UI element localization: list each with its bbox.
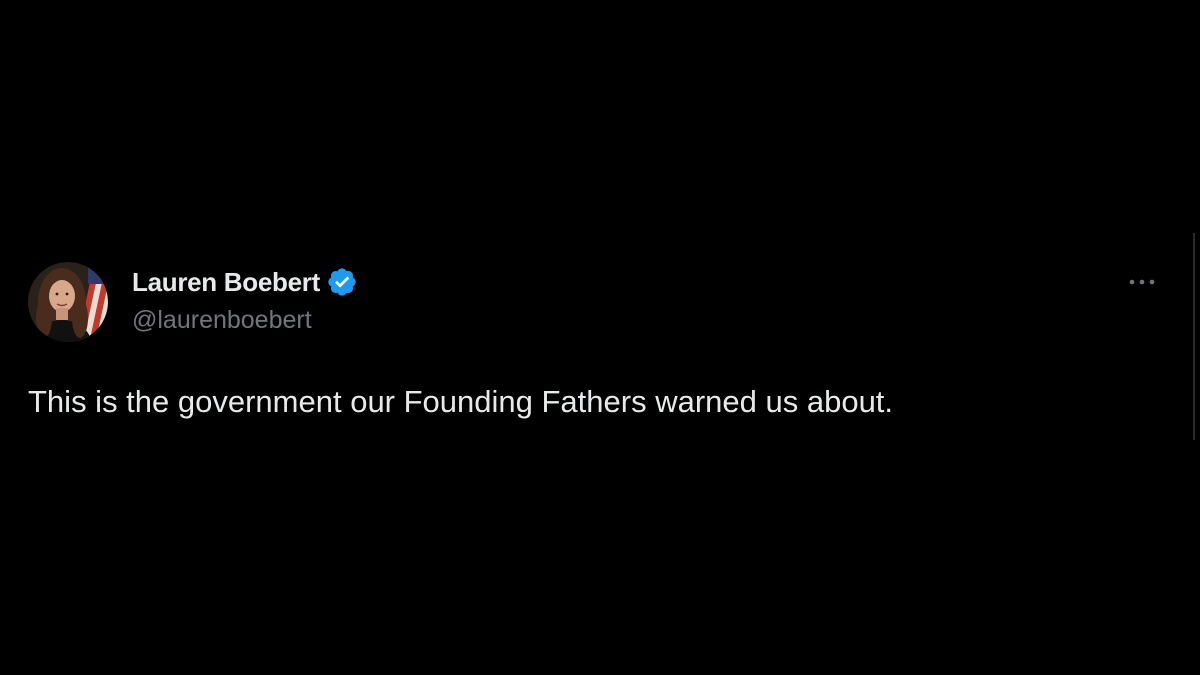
tweet-text: This is the government our Founding Fath… [28, 384, 894, 419]
more-options-button[interactable] [1122, 266, 1162, 298]
author-avatar[interactable] [28, 262, 108, 342]
verified-badge-icon[interactable] [326, 266, 358, 298]
tweet-card[interactable]: Lauren Boebert @laurenboebert This is th… [0, 0, 1200, 675]
screenshot-canvas: Lauren Boebert @laurenboebert This is th… [0, 0, 1200, 675]
author-display-name[interactable]: Lauren Boebert [132, 267, 320, 298]
author-name-row: Lauren Boebert [132, 264, 358, 300]
author-handle[interactable]: @laurenboebert [132, 306, 312, 335]
avatar-photo-icon [28, 262, 108, 342]
more-horizontal-icon [1129, 279, 1155, 285]
